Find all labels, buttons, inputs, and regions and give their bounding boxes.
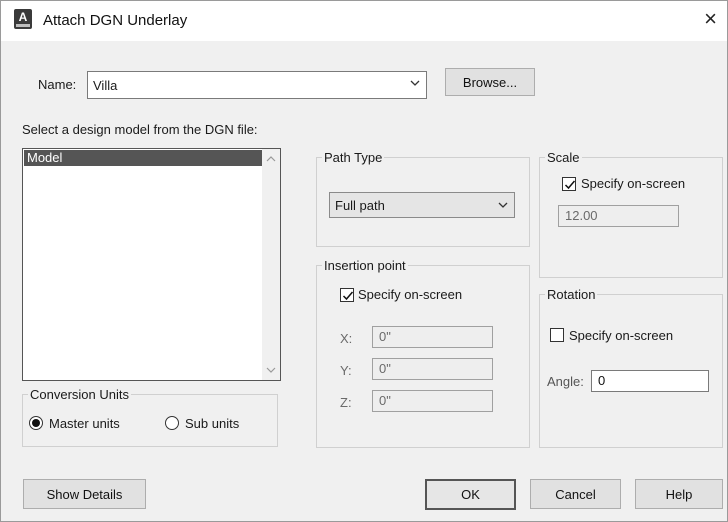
path-type-value: Full path <box>335 198 385 213</box>
browse-button[interactable]: Browse... <box>445 68 535 96</box>
design-model-list[interactable]: Model <box>22 148 281 381</box>
rotation-specify-checkbox[interactable] <box>550 328 564 342</box>
help-button[interactable]: Help <box>635 479 723 509</box>
window-title: Attach DGN Underlay <box>43 12 188 29</box>
x-field[interactable]: 0" <box>372 326 493 348</box>
path-type-dropdown[interactable]: Full path <box>329 192 515 218</box>
model-list-heading: Select a design model from the DGN file: <box>22 122 258 137</box>
angle-field[interactable]: 0 <box>591 370 709 392</box>
list-scrollbar[interactable] <box>262 149 280 380</box>
list-item[interactable]: Model <box>24 150 262 166</box>
scroll-up-icon[interactable] <box>266 155 276 163</box>
cancel-button[interactable]: Cancel <box>530 479 621 509</box>
chevron-down-icon <box>410 80 420 86</box>
path-type-title: Path Type <box>324 150 383 165</box>
angle-label: Angle: <box>547 374 584 389</box>
show-details-button[interactable]: Show Details <box>23 479 146 509</box>
scale-field[interactable]: 12.00 <box>558 205 679 227</box>
conversion-units-title: Conversion Units <box>30 387 129 402</box>
rotation-group: Rotation <box>539 287 723 448</box>
master-units-radio[interactable] <box>29 416 43 430</box>
ok-button[interactable]: OK <box>425 479 516 510</box>
sub-units-radio[interactable] <box>165 416 179 430</box>
y-field[interactable]: 0" <box>372 358 493 380</box>
x-label: X: <box>340 331 353 346</box>
scale-specify-checkbox[interactable] <box>562 177 576 191</box>
insertion-specify-checkbox[interactable] <box>340 288 354 302</box>
attach-dgn-underlay-dialog: Attach DGN Underlay × Name: Villa Browse… <box>0 0 728 522</box>
name-dropdown-value: Villa <box>93 78 118 93</box>
y-label: Y: <box>340 363 352 378</box>
scale-specify-label: Specify on-screen <box>581 176 686 191</box>
close-icon[interactable]: × <box>704 7 717 31</box>
insertion-specify-label: Specify on-screen <box>358 287 463 302</box>
title-bar: Attach DGN Underlay × <box>1 1 727 41</box>
sub-units-label: Sub units <box>185 416 240 431</box>
chevron-down-icon <box>498 202 508 208</box>
scale-title: Scale <box>547 150 580 165</box>
rotation-specify-label: Specify on-screen <box>569 328 674 343</box>
autocad-app-icon <box>14 9 32 29</box>
check-icon <box>342 291 354 301</box>
scroll-down-icon[interactable] <box>266 366 276 374</box>
name-label: Name: <box>38 77 77 92</box>
rotation-title: Rotation <box>547 287 596 302</box>
check-icon <box>564 180 576 190</box>
z-field[interactable]: 0" <box>372 390 493 412</box>
z-label: Z: <box>340 395 352 410</box>
insertion-point-title: Insertion point <box>324 258 406 273</box>
name-dropdown[interactable]: Villa <box>87 71 427 99</box>
master-units-label: Master units <box>49 416 120 431</box>
